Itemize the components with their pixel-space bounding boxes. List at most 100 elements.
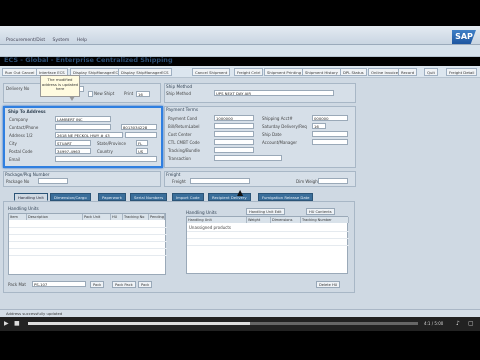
fullscreen-icon[interactable]: ▢ [468,320,474,327]
pack-pack-button[interactable]: Pack Pack [112,281,136,288]
table-row [9,234,167,235]
bill-return-field[interactable] [214,123,254,129]
ship-to-title: Ship To Address [8,109,46,114]
ship-method-select[interactable]: UPS NEXT DAY AIR [214,90,334,96]
toolbar-button-freight-detail[interactable]: Freight Detail [446,68,478,76]
transaction-field[interactable] [214,155,282,161]
toolbar-button-freight-cntrl[interactable]: Freight Cntrl [234,68,264,76]
toolbar-button-shipment-printing[interactable]: Shipment Printing [264,68,305,76]
table-row [9,241,167,242]
cost-center-field[interactable] [214,131,254,137]
delete-hu-button[interactable]: Delete HU [316,281,341,288]
right-table-title: Handling Units [186,210,217,215]
col-description: Description [27,214,83,220]
email-field[interactable] [55,156,157,162]
freight-field[interactable] [190,178,250,184]
payment-cond-field[interactable]: 1000000 [214,115,254,121]
col-pack-unit: Pack Unit [83,214,111,220]
package-no-label: Package No [6,179,30,184]
seek-progress [28,322,250,325]
table-row [187,245,349,246]
state-field[interactable]: FL [136,140,148,146]
left-table-title: Handling Units [8,206,39,211]
email-label: Email [9,157,21,162]
toolbar-button-quit[interactable]: Quit [424,68,438,76]
pack-button-2[interactable]: Pack [138,281,153,288]
saturday-delivery-field[interactable]: 16 [312,123,326,129]
toolbar-button-online-invoice[interactable]: Online Invoice [368,68,402,76]
city-field[interactable]: STUART [55,140,91,146]
package-no-field[interactable] [38,178,68,184]
toolbar-button-display-ship2[interactable]: Display ShipManagerECS [118,68,172,76]
delivery-no-label: Delivery No [6,86,30,91]
postal-field[interactable]: 34997-4963 [55,148,91,154]
unassigned-row[interactable]: Unassigned products [189,225,231,230]
payment-cond-label: Payment Cond [168,116,198,121]
menu-help[interactable]: Help [77,38,87,43]
dim-weight-field[interactable] [318,178,348,184]
freight-title: Freight [166,172,181,177]
tab-handling-unit[interactable]: Handling Unit [14,193,48,201]
country-label: Country [97,149,113,154]
play-icon[interactable]: ▶ [4,320,9,327]
address-field[interactable]: 2618 NE PECKOL HWY # 43 [55,132,123,138]
ctl-code-field[interactable] [214,139,254,145]
volume-icon[interactable]: ♪ [456,320,460,327]
hu-contents-button[interactable]: HU Contents [306,208,335,215]
ship-method-title: Ship Method [166,84,193,89]
tooltip-callout: The modified address is updated here [40,75,80,101]
ship-date-label: Ship Date [262,132,282,137]
toolbar-button-cancel-shipment[interactable]: Cancel Shipment [192,68,231,76]
col-tracking: Tracking No [123,214,149,220]
app-window: Procurement/Dist System Help SAP ECS - G… [0,0,480,360]
tab-import-code[interactable]: Import Code [172,193,204,201]
table-row [9,227,167,228]
contact-field[interactable] [55,124,111,130]
toolbar-button-run-out[interactable]: Run Out Cancel [2,68,38,76]
bill-return-label: Bill/ReturnLabel [168,124,200,129]
tab-fumigation[interactable]: Fumigation Release Date [258,193,314,201]
stop-icon[interactable]: ■ [14,320,20,327]
payment-terms-title: Payment Terms [166,107,198,112]
col-handling-unit: Handling Unit [187,217,247,223]
pack-mat-label: Pack Mat [8,282,26,287]
col-dimensions: Dimensions [271,217,301,223]
status-bar: Address successfully updated [0,309,480,317]
tab-recipient-delivery[interactable]: Recipient Delivery [208,193,251,201]
print-field[interactable]: 16 [136,91,150,97]
col-pending: Pending [149,214,165,220]
toolbar-button-shipment-history[interactable]: Shipment History [302,68,341,76]
toolbar-button-dpl-status[interactable]: DPL Status [340,68,367,76]
postal-label: Postal Code [9,149,33,154]
phone-field[interactable]: 8013034228 [121,124,157,130]
tracking-bundle-label: Tracking/Bundle [168,148,200,153]
new-ship-label: New Shipt [94,91,115,96]
right-handling-table[interactable]: Handling Unit Weight Dimensions Tracking… [186,216,349,274]
left-handling-table[interactable]: Item Description Pack Unit HU Tracking N… [8,213,167,275]
country-field[interactable]: US [136,148,148,154]
tab-paperwork[interactable]: Paperwork [98,193,126,201]
tracking-bundle-field[interactable] [214,147,254,153]
menu-system[interactable]: System [53,38,70,43]
company-field[interactable]: LAMBERT INC [55,116,111,122]
account-manager-field[interactable] [312,139,348,145]
time-display: 4:1 / 5:00 [424,321,444,326]
new-ship-checkbox[interactable] [88,91,93,97]
address2-field[interactable] [125,132,157,138]
contact-label: Contact/Phone [9,125,39,130]
city-label: City [9,141,17,146]
pack-mat-field[interactable]: PS-107 [32,281,86,287]
menu-bar: Procurement/Dist System Help [6,38,93,43]
col-item: Item [9,214,27,220]
tab-dimension-cargo[interactable]: Dimension/Cargo [50,193,91,201]
package-title: Package/Pkg Number [5,172,50,177]
transaction-label: Transaction [168,156,191,161]
tab-serial-numbers[interactable]: Serial Numbers [130,193,168,201]
shipping-acct-label: Shipping Acct# [262,116,293,121]
toolbar-button-record[interactable]: Record [398,68,418,76]
ship-date-field[interactable] [312,131,348,137]
shipping-acct-field[interactable]: 000000 [312,115,348,121]
handling-unit-edit-button[interactable]: Handling Unit Edit [246,208,285,215]
menu-procurement[interactable]: Procurement/Dist [6,38,45,43]
pack-button[interactable]: Pack [90,281,105,288]
